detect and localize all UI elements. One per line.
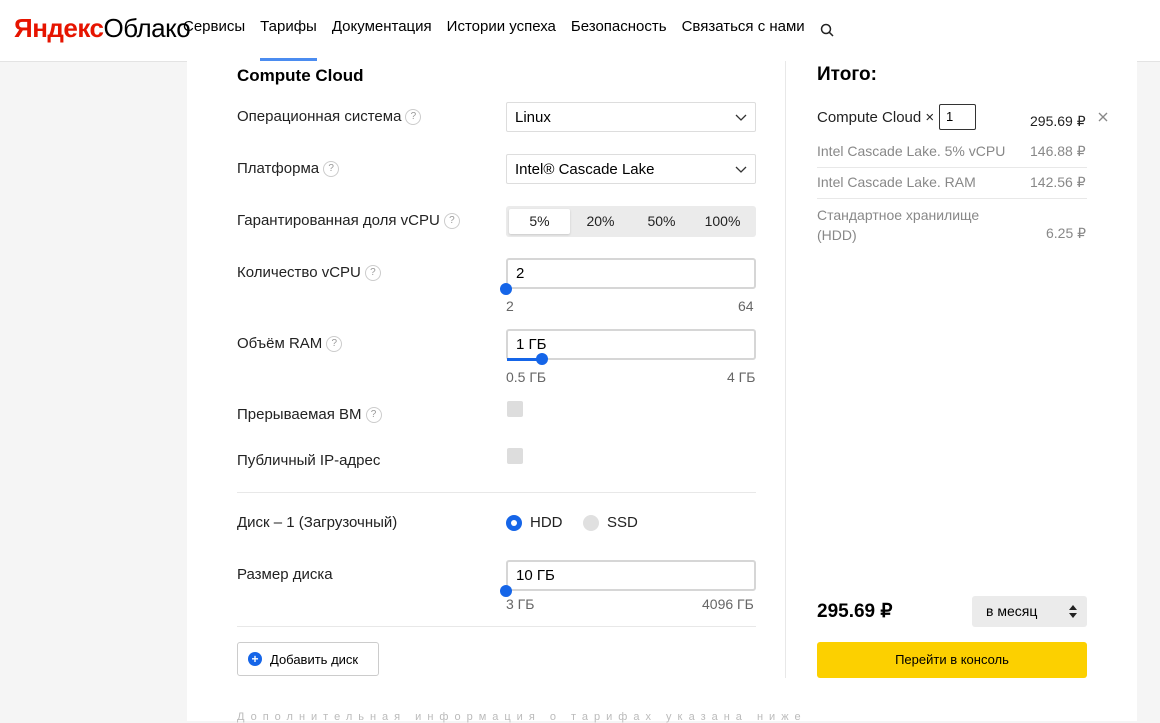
summary-service-price: 295.69 ₽	[1030, 113, 1086, 129]
help-icon[interactable]: ?	[323, 160, 340, 177]
divider	[237, 626, 756, 627]
ram-label-text: Объём RAM	[237, 335, 323, 352]
public-ip-label-text: Публичный IP-адрес	[237, 452, 381, 469]
vcpu-count-label: Количество vCPU ?	[237, 264, 381, 281]
public-ip-label: Публичный IP-адрес	[237, 452, 380, 469]
summary-line-price: 142.56 ₽	[1030, 174, 1086, 190]
os-select[interactable]: Linux	[506, 102, 756, 132]
vcpu-share-option-5[interactable]: 5%	[509, 209, 570, 234]
vcpu-count-input[interactable]: 2	[506, 258, 756, 289]
go-to-console-button[interactable]: Перейти в консоль	[817, 642, 1087, 678]
vcpu-share-segmented-control: 5% 20% 50% 100%	[506, 206, 756, 237]
help-icon[interactable]: ?	[326, 335, 343, 352]
help-icon[interactable]: ?	[443, 212, 460, 229]
search-icon[interactable]	[820, 23, 834, 37]
footnote: Дополнительная информация о тарифах указ…	[237, 711, 807, 723]
disk-type-ssd-label[interactable]: SSD	[607, 514, 638, 531]
vcpu-share-option-20[interactable]: 20%	[570, 209, 631, 234]
os-label: Операционная система ?	[237, 108, 422, 125]
vcpu-min-label: 2	[506, 298, 514, 314]
quantity-input[interactable]: 1	[939, 104, 976, 130]
preemptible-label: Прерываемая ВМ ?	[237, 406, 382, 423]
nav-pricing[interactable]: Тарифы	[260, 0, 317, 61]
logo-part-1: Яндекс	[14, 13, 104, 43]
summary-line-label: Стандартное хранилище (HDD)	[817, 207, 980, 243]
platform-label-text: Платформа	[237, 160, 320, 177]
vcpu-share-option-100[interactable]: 100%	[692, 209, 753, 234]
vcpu-max-label: 64	[738, 298, 754, 314]
top-header: ЯндексОблако Сервисы Тарифы Документация…	[0, 0, 1160, 62]
disk-size-label: Размер диска	[237, 566, 333, 583]
period-value: в месяц	[986, 603, 1038, 619]
main-nav: Сервисы Тарифы Документация Истории успе…	[183, 0, 834, 61]
summary-title: Итого:	[817, 64, 877, 85]
disk-type-ssd-radio[interactable]	[583, 515, 599, 531]
section-title: Compute Cloud	[237, 66, 364, 85]
vcpu-share-option-50[interactable]: 50%	[631, 209, 692, 234]
add-disk-button[interactable]: + Добавить диск	[237, 642, 379, 676]
platform-select[interactable]: Intel® Cascade Lake	[506, 154, 756, 184]
ram-label: Объём RAM ?	[237, 335, 343, 352]
nav-services[interactable]: Сервисы	[183, 0, 245, 61]
nav-security[interactable]: Безопасность	[571, 0, 667, 61]
platform-select-value: Intel® Cascade Lake	[515, 161, 655, 178]
add-disk-label: Добавить диск	[270, 651, 359, 667]
os-label-text: Операционная система	[237, 108, 402, 125]
vcpu-slider-handle[interactable]	[500, 283, 512, 295]
disk-type-hdd-label[interactable]: HDD	[530, 514, 563, 531]
disk-size-label-text: Размер диска	[237, 566, 333, 583]
help-icon[interactable]: ?	[365, 406, 382, 423]
divider	[237, 492, 756, 493]
divider	[817, 167, 1087, 168]
nav-docs[interactable]: Документация	[332, 0, 432, 61]
ram-min-label: 0.5 ГБ	[506, 369, 547, 385]
vcpu-share-label-text: Гарантированная доля vCPU	[237, 212, 440, 229]
nav-success-stories[interactable]: Истории успеха	[447, 0, 556, 61]
preemptible-checkbox[interactable]	[507, 401, 523, 417]
help-icon[interactable]: ?	[364, 264, 381, 281]
column-divider	[785, 61, 786, 678]
logo[interactable]: ЯндексОблако	[14, 13, 191, 44]
chevron-down-icon	[735, 166, 747, 173]
close-icon[interactable]	[1097, 111, 1109, 123]
disk-size-input[interactable]: 10 ГБ	[506, 560, 756, 591]
os-select-value: Linux	[515, 109, 551, 126]
ram-max-label: 4 ГБ	[727, 369, 756, 385]
calculator-card: Compute Cloud Операционная система ? Lin…	[187, 61, 1137, 723]
public-ip-checkbox[interactable]	[507, 448, 523, 464]
period-select[interactable]: в месяц	[972, 596, 1087, 627]
vcpu-count-label-text: Количество vCPU	[237, 264, 361, 281]
divider	[817, 198, 1087, 199]
disk-label-text: Диск – 1 (Загрузочный)	[237, 514, 398, 531]
disk-min-label: 3 ГБ	[506, 596, 535, 612]
disk-max-label: 4096 ГБ	[702, 596, 754, 612]
summary-line-price: 6.25 ₽	[1046, 225, 1087, 241]
disk-type-hdd-radio[interactable]	[506, 515, 522, 531]
ram-slider-handle[interactable]	[536, 353, 548, 365]
logo-part-2: Облако	[103, 13, 191, 43]
help-icon[interactable]: ?	[405, 108, 422, 125]
chevron-down-icon	[735, 114, 747, 121]
preemptible-label-text: Прерываемая ВМ	[237, 406, 362, 423]
summary-line-price: 146.88 ₽	[1030, 143, 1086, 159]
nav-contact[interactable]: Связаться с нами	[682, 0, 805, 61]
plus-icon: +	[248, 652, 262, 666]
vcpu-share-label: Гарантированная доля vCPU ?	[237, 212, 460, 229]
disk-label: Диск – 1 (Загрузочный)	[237, 514, 397, 531]
platform-label: Платформа ?	[237, 160, 340, 177]
sort-arrows-icon	[1069, 605, 1077, 618]
summary-total: 295.69 ₽	[817, 601, 893, 622]
